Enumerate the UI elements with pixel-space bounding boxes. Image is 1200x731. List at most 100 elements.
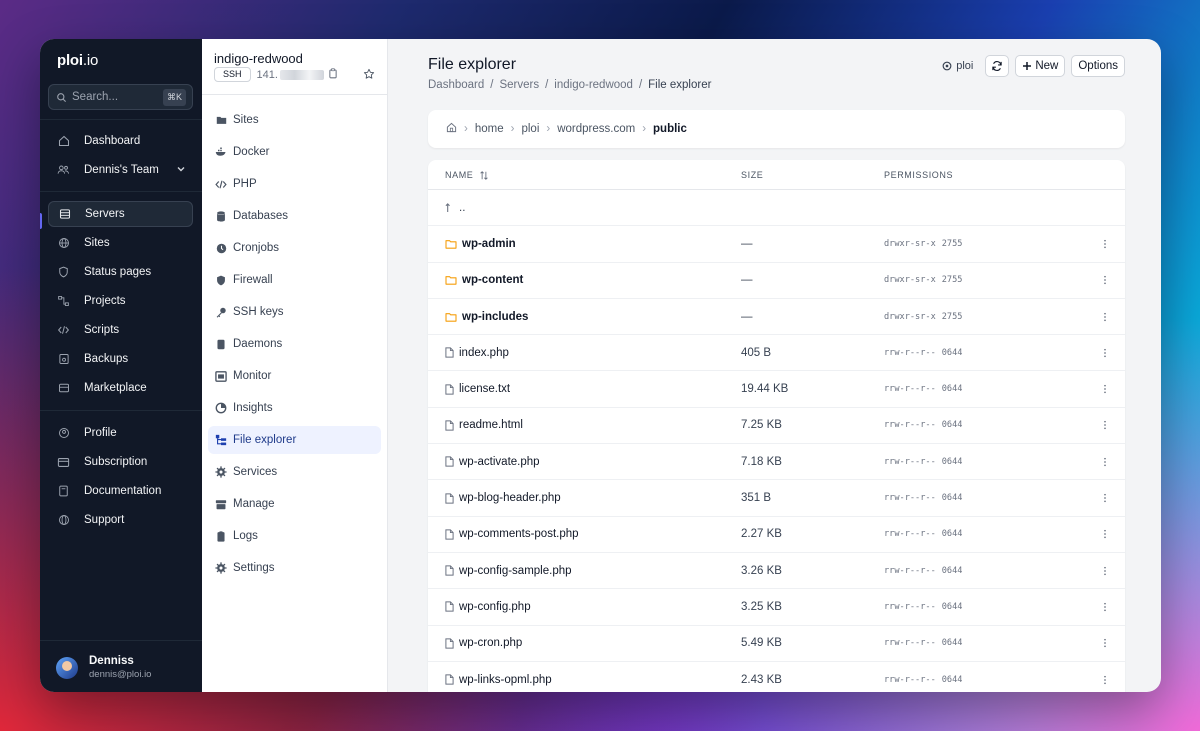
- nav-label: Subscription: [84, 456, 148, 468]
- file-row[interactable]: wp-comments-post.php 2.27 KB rrw-r--r-- 064…: [428, 517, 1125, 553]
- app-window: ploi.io Search... ⌘K Dashboard Dennis's …: [40, 39, 1161, 692]
- column-name[interactable]: NAME: [445, 170, 489, 180]
- search-input[interactable]: Search... ⌘K: [48, 84, 193, 110]
- path-segment[interactable]: ploi: [521, 123, 539, 135]
- app-logo[interactable]: ploi.io: [57, 52, 98, 69]
- permission-octal: 0644: [941, 420, 963, 431]
- file-row[interactable]: wp-cron.php 5.49 KB rrw-r--r-- 0644: [428, 626, 1125, 662]
- nav-backups[interactable]: Backups: [48, 346, 193, 372]
- home-icon[interactable]: [446, 122, 457, 136]
- server-connection: SSH 141.: [214, 67, 338, 82]
- divider: [40, 119, 202, 120]
- row-actions-button[interactable]: [1103, 517, 1107, 552]
- refresh-button[interactable]: [985, 55, 1010, 77]
- chevron-right-icon: ›: [464, 123, 468, 135]
- row-actions-button[interactable]: [1103, 662, 1107, 692]
- copy-icon[interactable]: [328, 67, 338, 82]
- row-actions-button[interactable]: [1103, 626, 1107, 661]
- nav-projects[interactable]: Projects: [48, 288, 193, 314]
- row-actions-button[interactable]: [1103, 263, 1107, 298]
- row-actions-button[interactable]: [1103, 408, 1107, 443]
- file-name: readme.html: [459, 419, 523, 432]
- row-actions-button[interactable]: [1103, 371, 1107, 406]
- user-menu[interactable]: Denniss dennis@ploi.io: [56, 655, 151, 680]
- permission-string: rrw-r--r--: [884, 347, 936, 358]
- breadcrumb-server[interactable]: indigo-redwood: [554, 79, 633, 91]
- nav-dashboard[interactable]: Dashboard: [48, 128, 193, 154]
- parent-directory-row[interactable]: ..: [428, 190, 1125, 227]
- permission-octal: 0644: [941, 493, 963, 504]
- path-segment[interactable]: home: [475, 123, 504, 135]
- server-sidebar: indigo-redwood SSH 141. Sites Docker PHP…: [202, 39, 388, 692]
- nav-servers[interactable]: Servers: [48, 201, 193, 227]
- column-size[interactable]: SIZE: [741, 170, 763, 180]
- breadcrumb-separator: /: [490, 79, 494, 91]
- star-icon[interactable]: [363, 68, 375, 83]
- nav-profile[interactable]: Profile: [48, 420, 193, 446]
- folder-row[interactable]: wp-admin — drwxr-sr-x 2755: [428, 226, 1125, 263]
- server-nav-sites[interactable]: Sites: [208, 106, 381, 134]
- clock-icon: [215, 242, 227, 254]
- row-actions-button[interactable]: [1103, 553, 1107, 588]
- chevron-right-icon: ›: [546, 123, 551, 135]
- file-row[interactable]: wp-blog-header.php 351 B rrw-r--r-- 0644: [428, 480, 1125, 517]
- server-nav-ssh-keys[interactable]: SSH keys: [208, 298, 381, 326]
- server-nav-manage[interactable]: Manage: [208, 490, 381, 518]
- avatar: [56, 656, 78, 679]
- folder-row[interactable]: wp-includes — drwxr-sr-x 2755: [428, 299, 1125, 336]
- options-button[interactable]: Options: [1071, 55, 1125, 77]
- nav-status-pages[interactable]: Status pages: [48, 259, 193, 285]
- row-actions-button[interactable]: [1103, 299, 1107, 334]
- nav-scripts[interactable]: Scripts: [48, 317, 193, 343]
- column-permissions[interactable]: PERMISSIONS: [884, 170, 953, 180]
- row-actions-button[interactable]: [1103, 589, 1107, 624]
- ssh-button[interactable]: SSH: [214, 67, 251, 82]
- nav-subscription[interactable]: Subscription: [48, 449, 193, 475]
- path-segment[interactable]: wordpress.com: [557, 123, 635, 135]
- new-button[interactable]: New: [1015, 55, 1066, 77]
- server-nav-services[interactable]: Services: [208, 458, 381, 486]
- server-nav-logs[interactable]: Logs: [208, 522, 381, 550]
- nav-marketplace[interactable]: Marketplace: [48, 375, 193, 401]
- nav-label: Manage: [233, 498, 275, 510]
- row-actions-button[interactable]: [1103, 226, 1107, 261]
- file-row[interactable]: wp-activate.php 7.18 KB rrw-r--r-- 0644: [428, 444, 1125, 481]
- chevron-right-icon: ›: [510, 123, 515, 135]
- server-nav-settings[interactable]: Settings: [208, 554, 381, 582]
- server-nav-docker[interactable]: Docker: [208, 138, 381, 166]
- server-nav-php[interactable]: PHP: [208, 170, 381, 198]
- nav-team-switcher[interactable]: Dennis's Team: [48, 157, 193, 183]
- row-actions-button[interactable]: [1103, 444, 1107, 479]
- file-row[interactable]: readme.html 7.25 KB rrw-r--r-- 0644: [428, 408, 1125, 445]
- nav-label: Services: [233, 466, 278, 478]
- file-name: wp-content: [462, 274, 524, 287]
- more-vertical-icon: [1104, 239, 1106, 249]
- nav-sites[interactable]: Sites: [48, 230, 193, 256]
- nav-documentation[interactable]: Documentation: [48, 478, 193, 504]
- nav-label: Firewall: [233, 274, 273, 286]
- server-nav-insights[interactable]: Insights: [208, 394, 381, 422]
- server-nav-file-explorer[interactable]: File explorer: [208, 426, 381, 454]
- search-shortcut: ⌘K: [162, 89, 186, 106]
- server-nav-databases[interactable]: Databases: [208, 202, 381, 230]
- file-row[interactable]: wp-config-sample.php 3.26 KB rrw-r--r-- 064…: [428, 553, 1125, 590]
- server-nav-firewall[interactable]: Firewall: [208, 266, 381, 294]
- server-nav-cronjobs[interactable]: Cronjobs: [208, 234, 381, 262]
- row-actions-button[interactable]: [1103, 335, 1107, 370]
- path-breadcrumb: › home › ploi › wordpress.com › public: [428, 110, 1125, 148]
- folder-row[interactable]: wp-content — drwxr-sr-x 2755: [428, 263, 1125, 299]
- file-row[interactable]: wp-config.php 3.25 KB rrw-r--r-- 0644: [428, 589, 1125, 626]
- file-row[interactable]: index.php 405 B rrw-r--r-- 0644: [428, 335, 1125, 372]
- nav-support[interactable]: Support: [48, 507, 193, 533]
- profile-icon: [57, 427, 70, 440]
- provider-badge: ploi: [942, 60, 973, 72]
- main-sidebar: ploi.io Search... ⌘K Dashboard Dennis's …: [40, 39, 202, 692]
- breadcrumb-dashboard[interactable]: Dashboard: [428, 79, 484, 91]
- breadcrumb-servers[interactable]: Servers: [499, 79, 539, 91]
- file-row[interactable]: license.txt 19.44 KB rrw-r--r-- 0644: [428, 371, 1125, 408]
- file-row[interactable]: wp-links-opml.php 2.43 KB rrw-r--r-- 0644: [428, 662, 1125, 692]
- row-actions-button[interactable]: [1103, 480, 1107, 515]
- server-nav-daemons[interactable]: Daemons: [208, 330, 381, 358]
- nav-label: Scripts: [84, 324, 120, 336]
- server-nav-monitor[interactable]: Monitor: [208, 362, 381, 390]
